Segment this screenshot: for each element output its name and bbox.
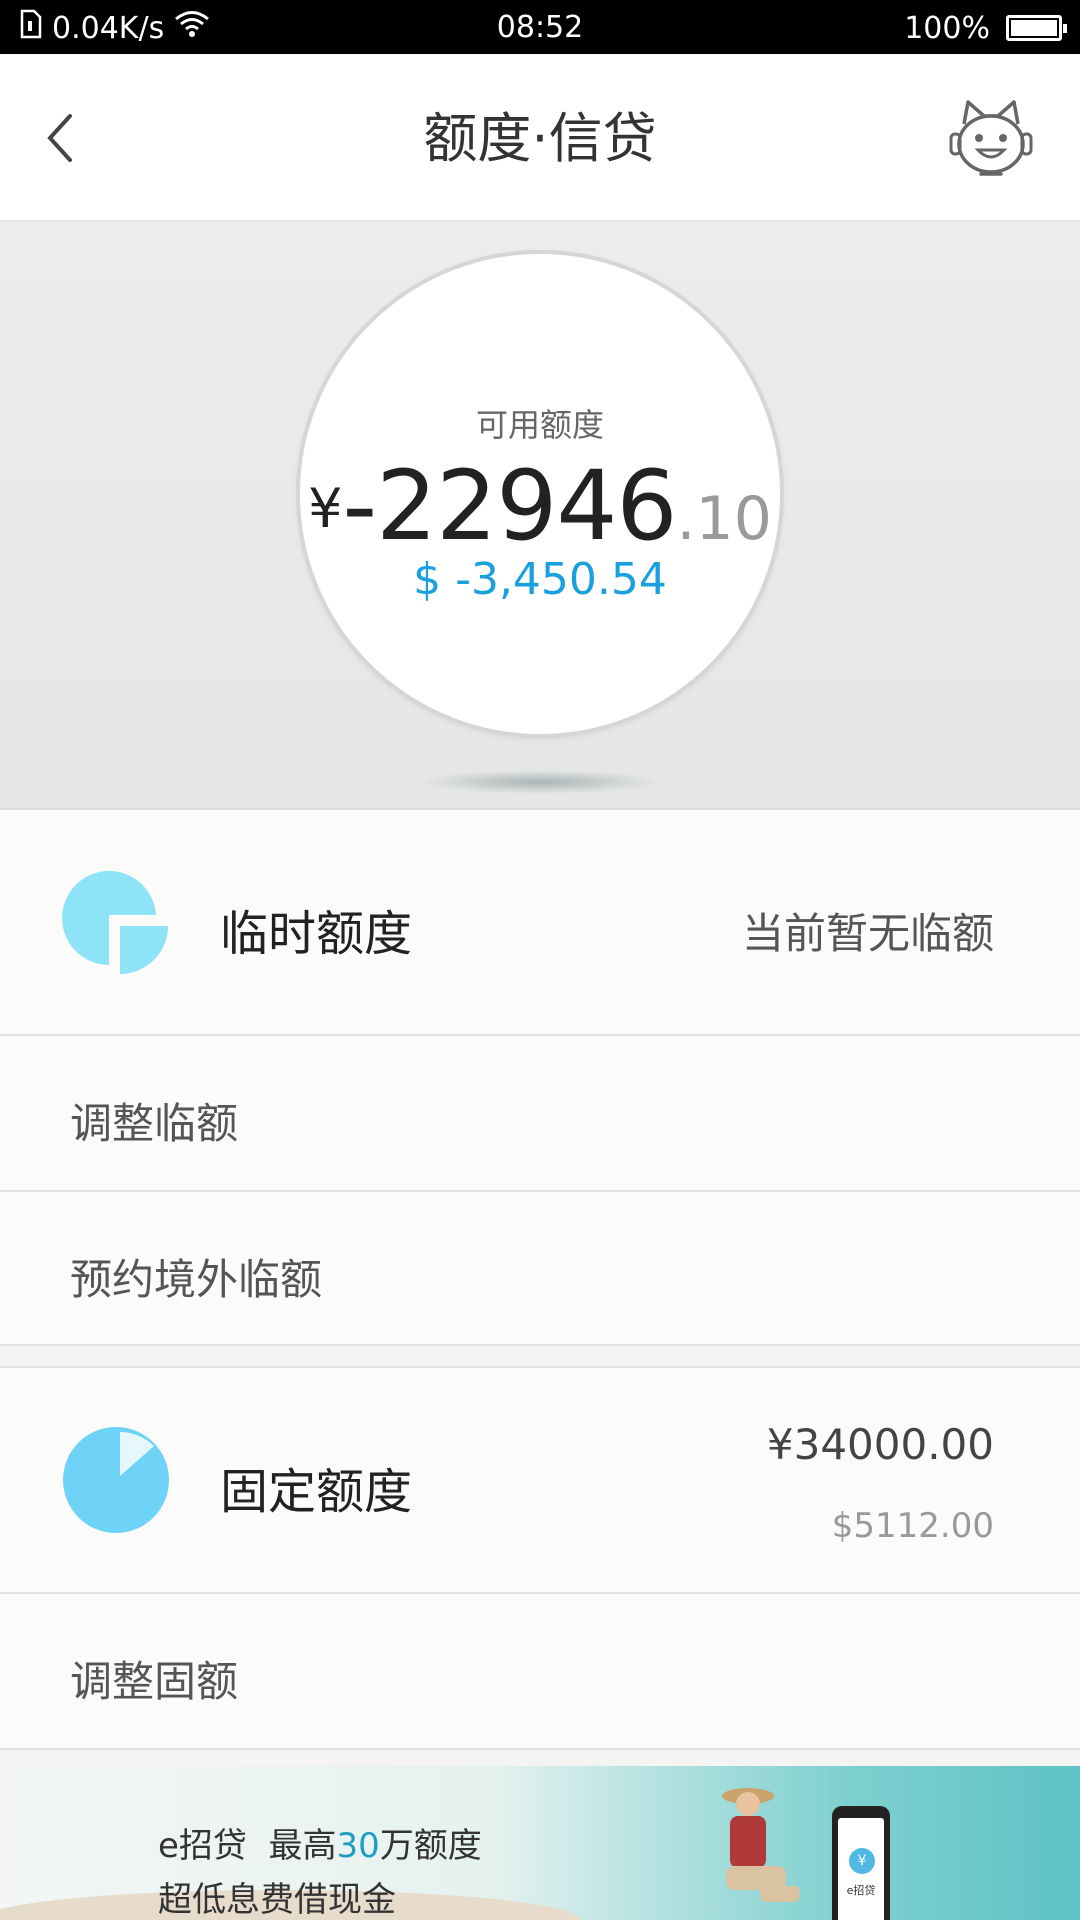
available-amount: ¥-22946.10 <box>300 450 780 562</box>
fixed-limit-row: 固定额度 ¥34000.00 $5112.00 <box>0 1368 1080 1594</box>
temp-limit-status: 当前暂无临额 <box>741 909 994 958</box>
person-illustration <box>722 1788 800 1902</box>
yen-coin-icon: ¥ <box>849 1848 875 1874</box>
balance-circle[interactable]: 可用额度 ¥-22946.10 $ -3,450.54 <box>296 250 784 738</box>
available-limit-label: 可用额度 <box>475 406 604 444</box>
amount-integer: -22946 <box>342 450 677 562</box>
banner-subline: 超低息费借现金 <box>158 1880 396 1920</box>
phone-screen: ¥ e招贷 <box>838 1818 884 1920</box>
circle-shadow <box>420 770 660 794</box>
overseas-temp-limit-link[interactable]: 预约境外临额 <box>0 1192 1080 1346</box>
overseas-temp-limit-label: 预约境外临额 <box>70 1255 323 1304</box>
fixed-limit-title: 固定额度 <box>220 1464 413 1520</box>
currency-symbol: ¥ <box>308 477 343 540</box>
usd-amount: $ -3,450.54 <box>413 554 667 605</box>
balance-hero: 可用额度 ¥-22946.10 $ -3,450.54 <box>0 222 1080 810</box>
adjust-fixed-limit-link[interactable]: 调整固额 <box>0 1594 1080 1750</box>
temp-limit-row: 临时额度 当前暂无临额 <box>0 810 1080 1036</box>
fixed-limit-pie-icon <box>63 1427 169 1533</box>
status-bar: 0.04K/s 08:52 100% <box>0 0 1080 54</box>
banner-brand: e招贷 <box>158 1826 247 1866</box>
page-title: 额度·信贷 <box>423 107 657 170</box>
amount-decimal: .10 <box>676 484 772 554</box>
banner-prefix: 最高 <box>268 1826 337 1866</box>
status-right: 100% <box>904 8 1067 48</box>
banner-headline: e招贷 最高30万额度 <box>158 1818 482 1867</box>
adjust-temp-limit-link[interactable]: 调整临额 <box>0 1036 1080 1192</box>
fixed-limit-usd: $5112.00 <box>831 1506 994 1546</box>
battery-icon <box>1006 15 1067 41</box>
temp-limit-title: 临时额度 <box>220 906 413 962</box>
temp-limit-section: 临时额度 当前暂无临额 调整临额 预约境外临额 <box>0 810 1080 1346</box>
fixed-limit-section: 固定额度 ¥34000.00 $5112.00 调整固额 <box>0 1366 1080 1750</box>
adjust-fixed-limit-label: 调整固额 <box>70 1657 239 1706</box>
temporary-limit-icon <box>62 871 168 974</box>
promo-banner[interactable]: e招贷 最高30万额度 超低息费借现金 ¥ e招贷 <box>0 1766 1080 1920</box>
battery-percent: 100% <box>904 10 990 46</box>
robot-assistant-icon <box>949 100 1033 176</box>
banner-suffix: 万额度 <box>379 1826 482 1866</box>
phone-app-name: e招贷 <box>846 1884 876 1897</box>
adjust-temp-limit-label: 调整临额 <box>70 1099 239 1148</box>
phone-illustration: ¥ e招贷 <box>832 1806 890 1920</box>
header: 额度·信贷 <box>0 54 1080 222</box>
fixed-limit-cny: ¥34000.00 <box>766 1420 994 1469</box>
banner-highlight: 30 <box>336 1826 380 1866</box>
assistant-button[interactable] <box>946 94 1036 184</box>
